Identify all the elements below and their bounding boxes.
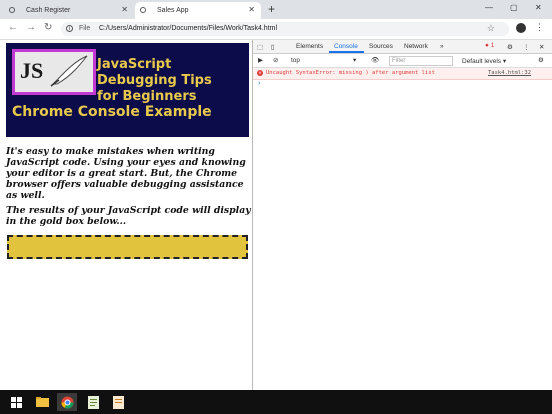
profile-icon[interactable] — [516, 23, 526, 33]
device-toggle-icon[interactable]: ▯ — [271, 43, 275, 51]
intro-paragraph: It's easy to make mistakes when writing … — [6, 146, 246, 201]
star-icon[interactable]: ☆ — [487, 23, 495, 34]
devtools-panel: ⬚ ▯ Elements Console Sources Network » ●… — [253, 40, 552, 390]
notepad-plus-icon[interactable] — [83, 393, 103, 411]
maximize-button[interactable]: ▢ — [510, 3, 518, 12]
results-paragraph: The results of your JavaScript code will… — [6, 205, 251, 227]
console-settings-icon[interactable]: ⚙ — [538, 56, 544, 64]
context-dropdown-icon[interactable]: ▾ — [353, 56, 356, 64]
tab-sources[interactable]: Sources — [369, 43, 393, 50]
clear-console-icon[interactable]: ⊘ — [273, 56, 278, 64]
close-devtools-icon[interactable]: ✕ — [539, 43, 544, 51]
address-bar[interactable]: i File C:/Users/Administrator/Documents/… — [61, 22, 509, 36]
logo-text: JS — [20, 58, 44, 83]
close-icon[interactable]: ✕ — [248, 5, 255, 14]
close-icon[interactable]: ✕ — [121, 5, 128, 14]
console-error-row: ✕ Uncaught SyntaxError: missing ) after … — [253, 68, 552, 80]
file-label: File — [79, 25, 91, 32]
devtools-tab-bar: ⬚ ▯ Elements Console Sources Network » ●… — [253, 40, 552, 54]
error-message: Uncaught SyntaxError: missing ) after ar… — [266, 70, 435, 76]
banner-title-line2: Debugging Tips — [97, 73, 212, 88]
error-icon: ✕ — [257, 70, 263, 76]
error-source-link[interactable]: Task4.html:32 — [488, 70, 531, 76]
error-count: 1 — [490, 42, 495, 49]
minimize-button[interactable]: — — [485, 3, 493, 12]
js-logo: JS — [12, 49, 96, 95]
eye-icon[interactable]: 👁 — [371, 56, 379, 64]
more-menu-icon[interactable]: ⋮ — [535, 22, 544, 33]
filter-input[interactable]: Filter — [389, 56, 453, 66]
error-count-badge[interactable]: ● 1 — [485, 42, 494, 49]
log-levels-dropdown[interactable]: Default levels ▾ — [462, 57, 506, 65]
tab-label: Cash Register — [26, 7, 71, 14]
console-prompt[interactable]: › — [258, 80, 260, 87]
close-window-button[interactable]: ✕ — [535, 3, 542, 12]
quill-icon — [50, 55, 88, 87]
console-toolbar: ▶ ⊘ top ▾ 👁 Filter Default levels ▾ ⚙ — [253, 54, 552, 68]
windows-taskbar — [0, 390, 552, 414]
sidebar-toggle-icon[interactable]: ▶ — [258, 56, 263, 64]
more-tabs-icon[interactable]: » — [440, 43, 444, 50]
tab-network[interactable]: Network — [404, 43, 428, 50]
banner-title-line1: JavaScript — [97, 57, 172, 72]
devtools-more-icon[interactable]: ⋮ — [523, 43, 530, 51]
banner-title-line4: Chrome Console Example — [12, 104, 212, 120]
web-page: JS JavaScript Debugging Tips for Beginne… — [0, 40, 252, 390]
globe-icon — [140, 7, 146, 13]
url-text[interactable]: C:/Users/Administrator/Documents/Files/W… — [99, 25, 277, 32]
context-selector[interactable]: top — [291, 57, 300, 64]
forward-icon[interactable]: → — [26, 22, 36, 33]
document-icon[interactable] — [108, 393, 128, 411]
inspect-icon[interactable]: ⬚ — [257, 43, 263, 51]
page-banner: JS JavaScript Debugging Tips for Beginne… — [6, 43, 249, 137]
chrome-icon[interactable] — [57, 393, 77, 411]
file-explorer-icon[interactable] — [32, 393, 52, 411]
active-tab-indicator — [329, 51, 364, 53]
tab-sales-app[interactable]: Sales App ✕ — [135, 2, 261, 19]
tab-elements[interactable]: Elements — [296, 43, 323, 50]
globe-icon — [9, 7, 15, 13]
tab-console[interactable]: Console — [334, 43, 358, 50]
tab-label: Sales App — [157, 7, 189, 14]
info-icon[interactable]: i — [66, 25, 73, 32]
browser-toolbar: ← → ↻ i File C:/Users/Administrator/Docu… — [0, 19, 552, 40]
windows-start-icon[interactable] — [6, 393, 26, 411]
output-box — [7, 235, 248, 259]
tab-cash-register[interactable]: Cash Register ✕ — [4, 2, 134, 19]
banner-title-line3: for Beginners — [97, 89, 197, 104]
back-icon[interactable]: ← — [8, 22, 18, 33]
settings-gear-icon[interactable]: ⚙ — [507, 43, 513, 51]
reload-icon[interactable]: ↻ — [44, 22, 52, 33]
new-tab-button[interactable]: + — [268, 2, 275, 16]
browser-tab-strip: Cash Register ✕ Sales App ✕ + — ▢ ✕ — [0, 0, 552, 19]
